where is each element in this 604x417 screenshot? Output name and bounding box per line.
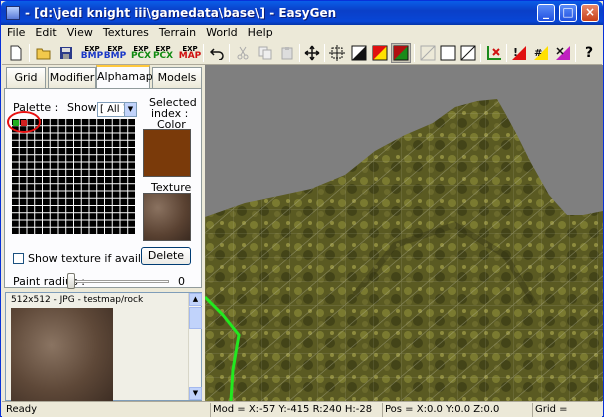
texture-preview-image [11,308,113,401]
new-file-icon[interactable] [6,43,26,63]
svg-text:#: # [534,48,542,59]
scroll-down-icon[interactable]: ▼ [189,387,202,400]
paint-radius-value: 0 [178,275,185,288]
app-window: - [d:\jedi knight iii\gamedata\base\] - … [0,0,604,417]
highlight-circle [7,111,41,133]
chevron-down-icon[interactable]: ▼ [124,103,136,116]
tab-modifier[interactable]: Modifier [48,67,96,88]
preview-scrollbar[interactable]: ▲ ▼ [188,293,202,400]
title-bar[interactable]: - [d:\jedi knight iii\gamedata\base\] - … [1,1,603,25]
export-map-icon[interactable]: EXP MAP [179,43,202,63]
preview-caption: 512x512 - JPG - testmap/rock [11,295,144,305]
status-pos: Pos = X:0.0 Y:0.0 Z:0.0 [382,403,530,417]
selected-texture-swatch[interactable] [143,193,191,241]
menu-bar: File Edit View Textures Terrain World He… [2,25,602,41]
copy-icon[interactable] [255,43,275,63]
texture-mode-icon[interactable] [391,43,411,63]
grid-select-icon[interactable] [327,43,347,63]
menu-textures[interactable]: Textures [98,25,154,41]
menu-help[interactable]: Help [243,25,278,41]
alert-purple-icon[interactable] [553,43,573,63]
square-slash-icon[interactable] [458,43,478,63]
status-grid: Grid = [532,403,602,417]
axis-delete-icon[interactable] [484,43,504,63]
open-folder-icon[interactable] [34,43,54,63]
scroll-up-icon[interactable]: ▲ [189,293,202,306]
palette-grid[interactable] [11,118,135,234]
menu-edit[interactable]: Edit [30,25,61,41]
status-mod: Mod = X:-57 Y:-415 R:240 H:-28 [210,403,380,417]
status-bar: Ready Mod = X:-57 Y:-415 R:240 H:-28 Pos… [2,401,602,417]
alert-red-icon[interactable]: ! [509,43,529,63]
menu-file[interactable]: File [2,25,30,41]
minimize-button[interactable]: _ [537,4,555,22]
show-texture-checkbox[interactable] [13,253,24,264]
paint-radius-track[interactable] [71,280,169,283]
close-button[interactable]: × [581,4,599,22]
save-icon[interactable] [56,43,76,63]
toolbar: EXPBMP EXPBMP EXPPCX EXPPCX EXPMAP [2,41,602,65]
contrast-icon[interactable] [349,43,369,63]
terrain-3d-viewport[interactable] [205,65,603,401]
svg-text:!: ! [513,46,518,59]
help-icon[interactable]: ? [579,43,599,63]
tab-alphamap[interactable]: Alphamap [96,65,153,89]
scroll-thumb[interactable] [189,307,202,329]
menu-view[interactable]: View [62,25,98,41]
export-bmp-2-icon[interactable]: EXP BMP [104,43,126,63]
app-icon [6,6,20,20]
tab-grid[interactable]: Grid [6,67,46,88]
window-title: - [d:\jedi knight iii\gamedata\base\] - … [25,6,337,20]
menu-terrain[interactable]: Terrain [154,25,201,41]
menu-world[interactable]: World [201,25,243,41]
maximize-button[interactable]: □ [559,4,577,22]
export-pcx-icon[interactable]: EXP PCX [131,43,151,63]
status-ready: Ready [6,404,38,415]
cut-icon[interactable] [233,43,253,63]
alert-yellow-icon[interactable]: # [531,43,551,63]
move-tool-icon[interactable] [302,43,322,63]
export-bmp-icon[interactable]: EXP BMP [81,43,103,63]
paint-radius-slider[interactable] [67,273,75,289]
delete-button[interactable]: Delete [141,247,191,265]
red-yellow-icon[interactable] [370,43,390,63]
export-pcx-2-icon[interactable]: EXP PCX [153,43,173,63]
tab-models[interactable]: Models [152,67,202,88]
paste-icon[interactable] [277,43,297,63]
square-slash-disabled-icon[interactable] [418,43,438,63]
show-filter-select[interactable]: [ All ] ▼ [97,102,137,117]
undo-icon[interactable] [207,43,227,63]
square-icon[interactable] [438,43,458,63]
selected-color-swatch[interactable] [143,129,191,177]
